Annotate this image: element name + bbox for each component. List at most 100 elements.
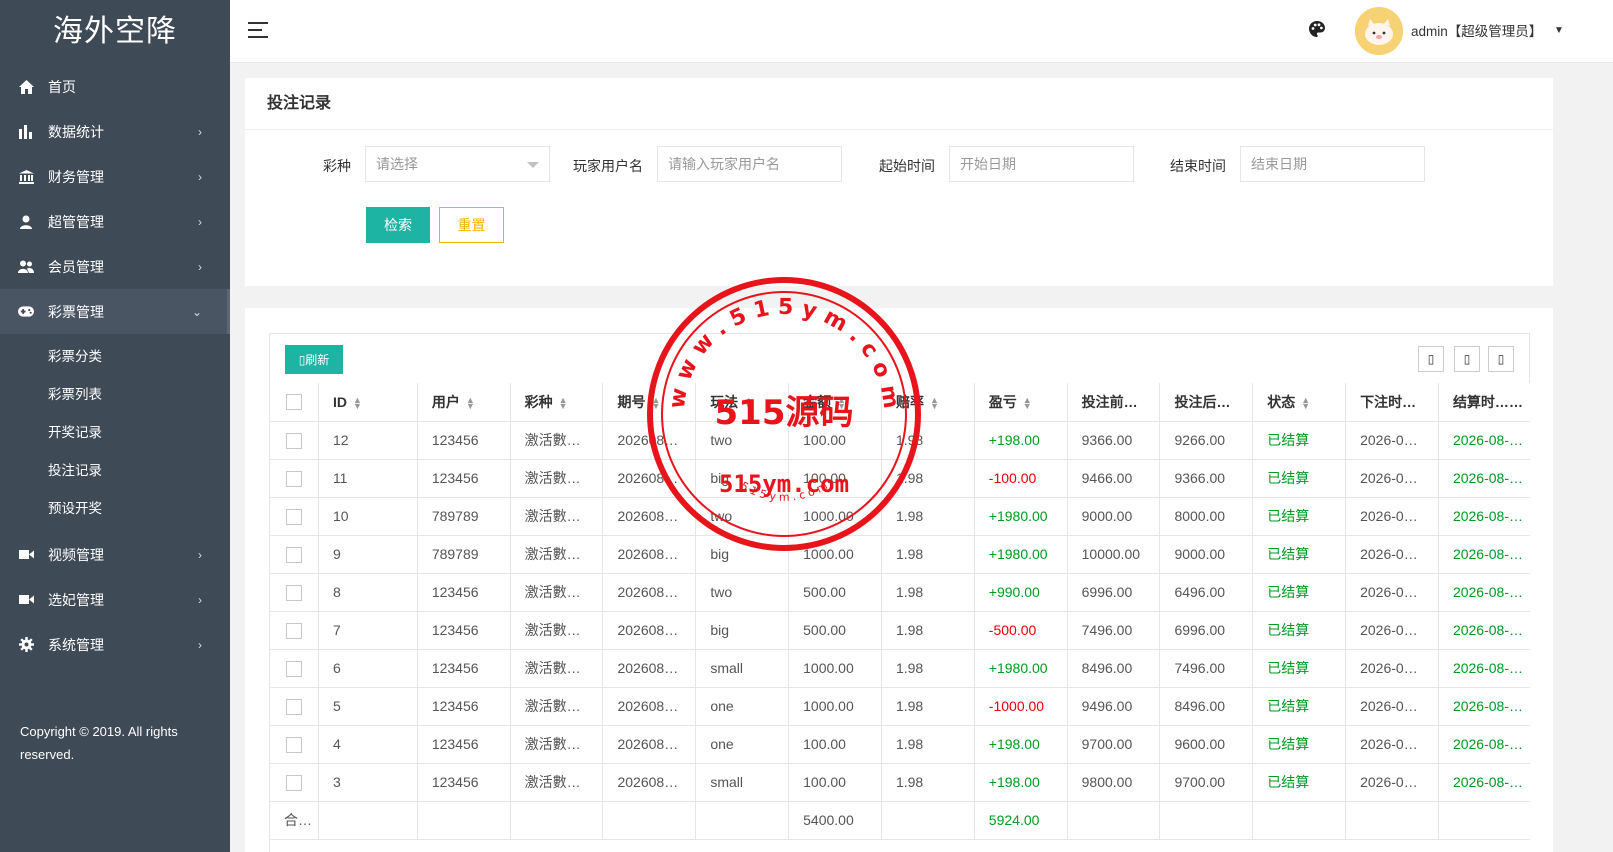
menu-toggle-icon[interactable] [248,22,268,38]
export-icon[interactable]: ▯ [1454,346,1480,372]
sidebar-item-admins[interactable]: 超管管理 › [0,199,230,244]
row-select-cell [270,459,319,498]
cell-id: 5 [318,687,418,726]
column-header[interactable]: 赔率 ▲ ▼ [881,383,975,422]
start-date-input[interactable]: 开始日期 [949,146,1134,182]
print-icon[interactable]: ▯ [1488,346,1514,372]
sidebar-item-stats[interactable]: 数据统计 › [0,109,230,154]
cell-period: 202608… [602,459,697,498]
home-icon [18,79,34,95]
gamepad-icon [18,304,34,320]
sidebar-item-label: 彩票管理 [48,303,104,320]
cell-odds: 1.98 [881,573,975,612]
row-select-cell [270,611,319,650]
row-checkbox[interactable] [285,622,302,639]
row-checkbox[interactable] [285,660,302,677]
table-row: 4 123456 激活數… 202608… one 100.00 1.98 +198.00 97… [270,725,1530,764]
row-checkbox[interactable] [285,508,302,525]
column-header[interactable]: 投注前… [1067,383,1161,422]
column-header[interactable]: 期号 ▲ ▼ [602,383,697,422]
sidebar-item-system[interactable]: 系统管理 › [0,622,230,667]
row-checkbox[interactable] [285,736,302,753]
row-checkbox[interactable] [285,698,302,715]
cell-period: 202608… [602,649,697,688]
sidebar-subitem-lottery-category[interactable]: 彩票分类 [0,338,230,376]
column-header[interactable]: 投注后… [1159,383,1254,422]
chevron-right-icon: › [198,547,202,562]
column-header[interactable]: ID ▲ ▼ [318,383,418,422]
table-header-row: ID ▲ ▼ 用户 ▲ ▼ 彩种 ▲ ▼ 期号 ▲ ▼ 玩法 ▲ ▼ 金额 ▲ ▼ 赔率 ▲ ▼ 盈亏 ▲ ▼ … [270,383,1530,422]
table-row: 6 123456 激活數… 202608… small 1000.00 1.98 +1980.… [270,649,1530,688]
chevron-right-icon: › [198,124,202,139]
username-input[interactable]: 请输入玩家用户名 [657,146,842,182]
row-checkbox[interactable] [285,470,302,487]
select-all-checkbox[interactable] [285,394,302,411]
table-row: 9 789789 激活數… 202608… big 1000.00 1.98 +1980.00… [270,535,1530,574]
cell-id: 3 [318,763,418,802]
refresh-button[interactable]: ▯刷新 [285,345,343,374]
column-header[interactable]: 用户 ▲ ▼ [417,383,511,422]
cell-lottery: 激活數… [510,763,604,802]
column-header[interactable]: 结算时… ▲ ▼ [1438,383,1530,422]
sort-icon: ▲ ▼ [651,395,661,412]
cell-lottery: 激活數… [510,497,604,536]
cell-amount: 100.00 [788,421,882,460]
cell-settle-time: 2026-08-04 1 [1438,421,1530,460]
bet-records-table: ID ▲ ▼ 用户 ▲ ▼ 彩种 ▲ ▼ 期号 ▲ ▼ 玩法 ▲ ▼ 金额 ▲ ▼ 赔率 ▲ ▼ 盈亏 ▲ ▼ … [269,383,1530,852]
sidebar-item-label: 数据统计 [48,123,104,140]
cell-odds: 1.98 [881,611,975,650]
column-header[interactable]: 金额 ▲ ▼ [788,383,882,422]
column-header[interactable]: 玩法 ▲ ▼ [695,383,790,422]
column-header[interactable]: 盈亏 ▲ ▼ [974,383,1068,422]
cell-settle-time: 2026-08-04 0 [1438,611,1530,650]
cell-amount: 500.00 [788,611,882,650]
cell-settle-time: 2026-08-04 0 [1438,687,1530,726]
sidebar-subitem-lottery-list[interactable]: 彩票列表 [0,376,230,414]
lottery-select[interactable]: 请选择 [365,146,550,182]
video-icon [18,592,34,608]
cell-before: 9466.00 [1067,459,1161,498]
column-header[interactable]: 彩种 ▲ ▼ [510,383,604,422]
total-profit: 5924.00 [974,801,1068,840]
sidebar-subitem-preset-draw[interactable]: 预设开奖 [0,490,230,528]
cell-play: two [695,421,790,460]
sidebar-item-lottery[interactable]: 彩票管理 ⌄ [0,289,230,334]
cell-amount: 1000.00 [788,687,882,726]
gear-icon [18,637,34,653]
sidebar-item-concubine[interactable]: 选妃管理 › [0,577,230,622]
cell-user: 123456 [417,649,511,688]
sidebar-item-finance[interactable]: 财务管理 › [0,154,230,199]
cell-play: big [695,459,790,498]
user-menu[interactable]: admin【超级管理员】 [1411,20,1542,40]
row-checkbox[interactable] [285,546,302,563]
video-icon [18,547,34,563]
row-checkbox[interactable] [285,432,302,449]
cell-amount: 100.00 [788,459,882,498]
row-checkbox[interactable] [285,584,302,601]
cell-bet-time: 2026-0… [1345,649,1439,688]
table-row: 7 123456 激活數… 202608… big 500.00 1.98 -500.00 74… [270,611,1530,650]
columns-filter-icon[interactable]: ▯ [1418,346,1444,372]
cell-user: 123456 [417,763,511,802]
column-header[interactable]: 状态 ▲ ▼ [1252,383,1347,422]
sidebar-item-home[interactable]: 首页 [0,64,230,109]
top-header: admin【超级管理员】 ▼ [230,0,1613,63]
cell-period: 202608… [602,611,697,650]
page-title: 投注记录 [245,78,1553,130]
sidebar-item-members[interactable]: 会员管理 › [0,244,230,289]
sidebar-subitem-bet-records[interactable]: 投注记录 [0,452,230,490]
column-header[interactable]: 下注时… ▲ ▼ [1345,383,1439,422]
end-date-input[interactable]: 结束日期 [1240,146,1425,182]
end-date-label: 结束时间 [1170,158,1226,174]
cell-profit: +198.00 [974,725,1068,764]
palette-icon[interactable] [1308,20,1328,40]
sidebar-item-video[interactable]: 视频管理 › [0,532,230,577]
cell-id: 4 [318,725,418,764]
sidebar-subitem-draw-records[interactable]: 开奖记录 [0,414,230,452]
reset-button[interactable]: 重置 [439,207,504,243]
row-checkbox[interactable] [285,774,302,791]
cell-bet-time: 2026-0… [1345,535,1439,574]
caret-down-icon[interactable]: ▼ [1554,25,1564,36]
avatar[interactable] [1355,7,1403,55]
search-button[interactable]: 检索 [366,207,430,243]
